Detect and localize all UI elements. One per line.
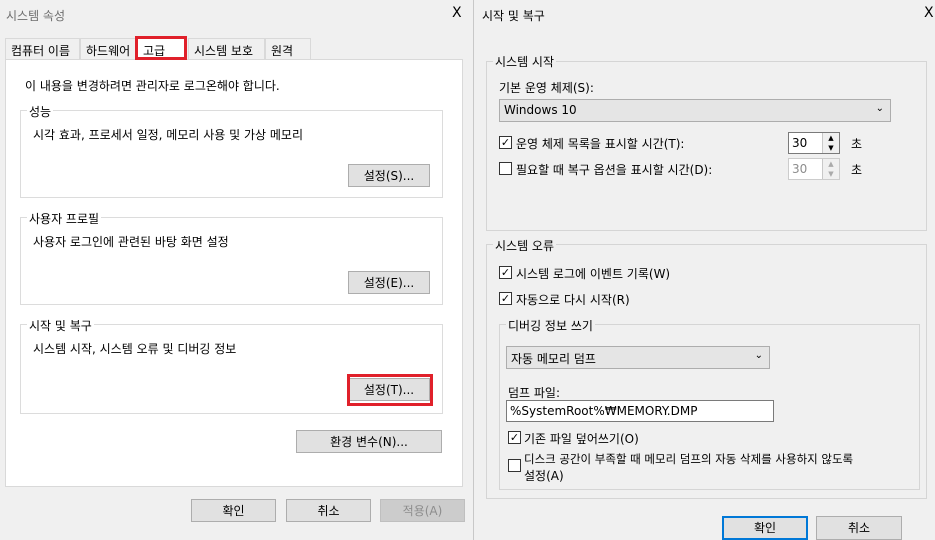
window-title: 시작 및 복구: [482, 9, 545, 23]
debug-info-group: 디버깅 정보 쓰기 자동 메모리 덤프 ⌄ 덤프 파일: %SystemRoot…: [499, 317, 920, 490]
chevron-down-icon: ⌄: [875, 103, 884, 114]
spin-down-icon[interactable]: ▼: [822, 169, 839, 179]
write-event-checkbox[interactable]: ✓: [499, 266, 512, 279]
system-properties-window: 시스템 속성 X 컴퓨터 이름 하드웨어 고급 시스템 보호 원격 이 내용을 …: [0, 0, 470, 540]
default-os-label: 기본 운영 체제(S):: [499, 81, 594, 95]
show-recovery-time-spinner[interactable]: 30 ▲ ▼: [788, 158, 840, 180]
show-recovery-label: 필요할 때 복구 옵션을 표시할 시간(D):: [516, 163, 713, 177]
startup-recovery-title: 시작 및 복구: [27, 317, 94, 334]
debug-info-title: 디버깅 정보 쓰기: [506, 317, 595, 334]
system-failure-title: 시스템 오류: [493, 237, 557, 254]
startup-recovery-window: 시작 및 복구 X 시스템 시작 기본 운영 체제(S): Windows 10…: [473, 0, 935, 540]
performance-title: 성능: [27, 103, 54, 120]
cancel-button[interactable]: 취소: [286, 499, 371, 522]
apply-button[interactable]: 적용(A): [380, 499, 465, 522]
close-icon[interactable]: X: [452, 6, 462, 20]
show-recovery-checkbox[interactable]: [499, 162, 512, 175]
performance-settings-button[interactable]: 설정(S)...: [348, 164, 430, 187]
write-event-label: 시스템 로그에 이벤트 기록(W): [516, 267, 671, 281]
overwrite-label: 기존 파일 덮어쓰기(O): [524, 432, 639, 446]
system-startup-title: 시스템 시작: [493, 53, 557, 70]
disable-auto-delete-checkbox[interactable]: [508, 459, 521, 472]
startup-settings-highlight: [347, 374, 433, 406]
spin-down-icon[interactable]: ▼: [822, 143, 839, 153]
tab-system-protection[interactable]: 시스템 보호: [188, 38, 265, 59]
tab-advanced[interactable]: 고급: [135, 36, 187, 60]
dump-type-select[interactable]: 자동 메모리 덤프 ⌄: [506, 346, 770, 369]
ok-button[interactable]: 확인: [722, 516, 808, 540]
overwrite-checkbox[interactable]: ✓: [508, 431, 521, 444]
spin-up-icon[interactable]: ▲: [822, 159, 839, 169]
disable-auto-delete-label-line1: 디스크 공간이 부족할 때 메모리 덤프의 자동 삭제를 사용하지 않도록: [524, 452, 854, 466]
tab-computer-name[interactable]: 컴퓨터 이름: [5, 38, 80, 59]
user-profile-settings-button[interactable]: 설정(E)...: [348, 271, 430, 294]
performance-group: 성능 시각 효과, 프로세서 일정, 메모리 사용 및 가상 메모리 설정(S)…: [20, 103, 443, 198]
dump-file-input[interactable]: %SystemRoot%₩MEMORY.DMP: [506, 400, 774, 422]
default-os-select[interactable]: Windows 10 ⌄: [499, 99, 891, 122]
window-title: 시스템 속성: [6, 9, 66, 23]
show-os-list-unit: 초: [851, 137, 863, 151]
user-profile-title: 사용자 프로필: [27, 210, 102, 227]
user-profile-group: 사용자 프로필 사용자 로그인에 관련된 바탕 화면 설정 설정(E)...: [20, 210, 443, 305]
ok-button[interactable]: 확인: [191, 499, 276, 522]
advanced-tab-panel: 이 내용을 변경하려면 관리자로 로그온해야 합니다. 성능 시각 효과, 프로…: [5, 59, 463, 487]
close-icon[interactable]: X: [924, 6, 934, 20]
admin-notice: 이 내용을 변경하려면 관리자로 로그온해야 합니다.: [25, 79, 280, 93]
startup-recovery-desc: 시스템 시작, 시스템 오류 및 디버깅 정보: [33, 342, 237, 356]
tab-remote[interactable]: 원격: [265, 38, 311, 59]
cancel-button[interactable]: 취소: [816, 516, 902, 540]
show-os-list-label: 운영 체제 목록을 표시할 시간(T):: [516, 137, 685, 151]
chevron-down-icon: ⌄: [754, 350, 763, 361]
show-recovery-unit: 초: [851, 163, 863, 177]
spin-up-icon[interactable]: ▲: [822, 133, 839, 143]
show-os-list-time-spinner[interactable]: 30 ▲ ▼: [788, 132, 840, 154]
dump-file-label: 덤프 파일:: [508, 386, 561, 400]
auto-restart-checkbox[interactable]: ✓: [499, 292, 512, 305]
system-failure-group: 시스템 오류 ✓ 시스템 로그에 이벤트 기록(W) ✓ 자동으로 다시 시작(…: [486, 237, 927, 499]
user-profile-desc: 사용자 로그인에 관련된 바탕 화면 설정: [33, 235, 229, 249]
auto-restart-label: 자동으로 다시 시작(R): [516, 293, 630, 307]
show-os-list-checkbox[interactable]: ✓: [499, 136, 512, 149]
environment-variables-button[interactable]: 환경 변수(N)...: [296, 430, 442, 453]
tab-hardware[interactable]: 하드웨어: [80, 38, 138, 59]
disable-auto-delete-label-line2: 설정(A): [524, 469, 564, 483]
performance-desc: 시각 효과, 프로세서 일정, 메모리 사용 및 가상 메모리: [33, 128, 303, 142]
startup-recovery-group: 시작 및 복구 시스템 시작, 시스템 오류 및 디버깅 정보 설정(T)...: [20, 317, 443, 414]
system-startup-group: 시스템 시작 기본 운영 체제(S): Windows 10 ⌄ ✓ 운영 체제…: [486, 53, 927, 231]
